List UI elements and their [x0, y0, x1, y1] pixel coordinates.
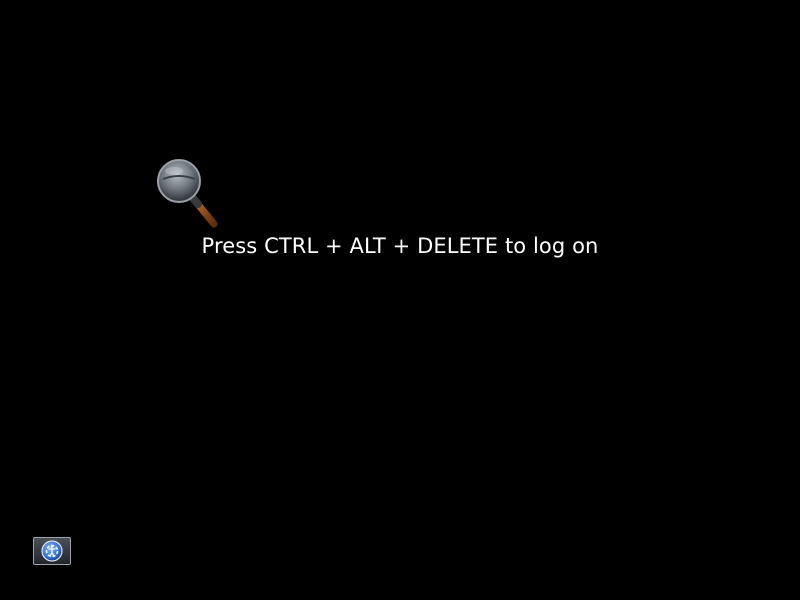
ease-of-access-button[interactable]	[33, 537, 71, 565]
magnifier-icon	[154, 157, 220, 229]
ease-of-access-icon	[41, 540, 63, 562]
logon-prompt: Press CTRL + ALT + DELETE to log on	[201, 234, 599, 258]
logon-screen: Press CTRL + ALT + DELETE to log on	[0, 0, 800, 600]
